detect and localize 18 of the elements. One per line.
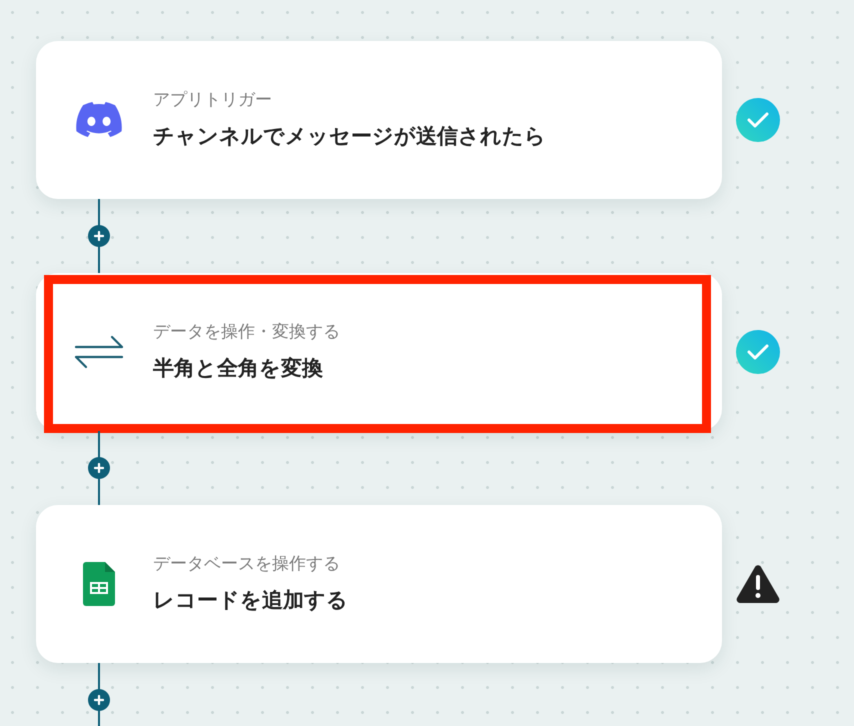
step-title: 半角と全角を変換 [153,356,324,382]
add-step-button[interactable] [88,457,110,479]
arrows-icon [74,334,124,370]
plus-icon [94,695,104,705]
add-step-button[interactable] [88,689,110,711]
add-step-button[interactable] [88,225,110,247]
spreadsheet-icon [83,562,115,606]
step-card[interactable]: データを操作・変換する 半角と全角を変換 [36,273,722,431]
plus-icon [94,463,104,473]
step-title: レコードを追加する [153,588,348,614]
step-title: チャンネルでメッセージが送信されたら [153,124,546,150]
step-category: データベースを操作する [153,554,341,574]
step-category: アプリトリガー [153,90,273,110]
logo-icon [76,102,122,138]
step-card[interactable]: アプリトリガー チャンネルでメッセージが送信されたら [36,41,722,199]
step-card[interactable]: データベースを操作する レコードを追加する [36,505,722,663]
plus-icon [94,231,104,241]
step-category: データを操作・変換する [153,322,340,342]
